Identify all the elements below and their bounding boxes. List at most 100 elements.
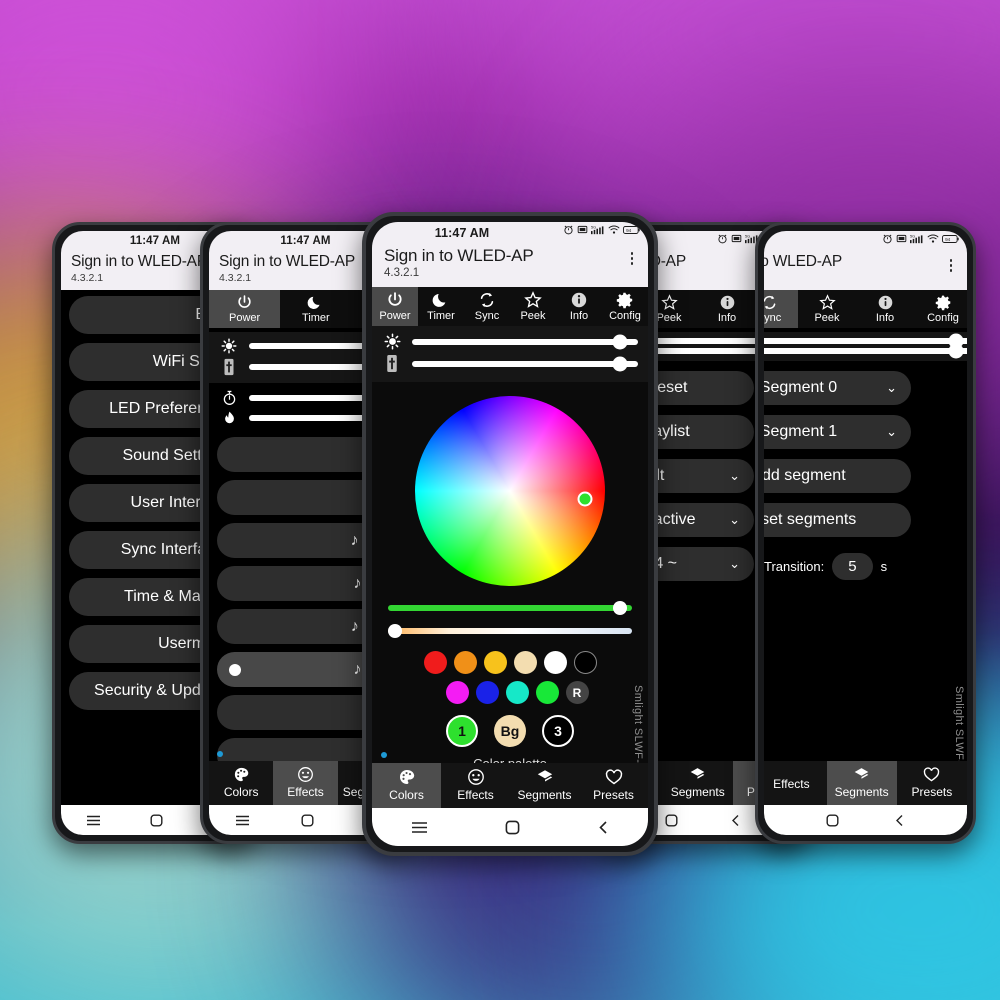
quick-color-row-2: R [372, 681, 648, 704]
color-slot-1[interactable]: 1 [446, 715, 478, 747]
power-icon [388, 292, 402, 306]
brightness-icon [372, 333, 412, 350]
gear-icon [616, 292, 633, 309]
swatch-red[interactable] [423, 651, 447, 674]
back-icon[interactable] [597, 820, 609, 835]
wifi-icon [608, 225, 620, 234]
bottom-nav-label: Presets [593, 788, 634, 802]
topbar-item-peek[interactable]: Peek [510, 287, 556, 326]
swatch-blue[interactable] [475, 681, 499, 704]
home-icon[interactable] [665, 814, 678, 827]
topbar-item-info[interactable]: Info [698, 290, 756, 328]
topbar-item-peek[interactable]: Peek [798, 290, 856, 328]
chevron-down-icon: ⌄ [729, 468, 740, 483]
swatch-cyan[interactable] [505, 681, 529, 704]
status-icons: 5G 94 [563, 224, 640, 235]
brightness-slider[interactable] [412, 334, 638, 349]
top-action-bar: Power Timer Sync Peek Info Config [372, 287, 648, 326]
topbar-item-config[interactable]: Config [914, 290, 967, 328]
home-icon[interactable] [301, 814, 314, 827]
page-subtitle: 4.3.2.1 [764, 272, 943, 284]
menu-icon[interactable] [235, 815, 250, 826]
kebab-menu-icon[interactable] [943, 253, 959, 272]
back-icon[interactable] [730, 814, 741, 827]
swatch-green[interactable] [535, 681, 559, 704]
bottom-nav-presets[interactable]: Presets [897, 761, 967, 805]
menu-icon[interactable] [411, 821, 428, 834]
home-icon[interactable] [505, 820, 520, 835]
bottom-nav-segments[interactable]: Segments [663, 761, 733, 805]
swatch-magenta[interactable] [445, 681, 469, 704]
bottom-nav-colors[interactable]: Colors [372, 763, 441, 808]
topbar-item-power[interactable]: Power [209, 290, 281, 328]
swatch-black[interactable] [573, 651, 597, 674]
bottom-nav-label: Effects [773, 776, 810, 791]
sync-icon [764, 295, 775, 310]
topbar-item-config[interactable]: Config [602, 287, 648, 326]
topbar-label: Config [609, 310, 641, 322]
star-icon [818, 294, 836, 310]
bottom-nav-colors[interactable]: Colors [209, 761, 273, 805]
swatch-random[interactable]: R [565, 681, 589, 704]
chevron-down-icon: ⌄ [729, 556, 740, 571]
color-slot-bg[interactable]: Bg [494, 715, 526, 747]
status-dot [217, 751, 223, 757]
transition-input[interactable]: 5 [832, 553, 873, 580]
sim-icon [896, 234, 907, 243]
quick-color-row-1 [372, 651, 648, 674]
color-wheel[interactable] [415, 396, 605, 586]
topbar-label: Sync [474, 310, 500, 322]
topbar-label: Power [379, 310, 411, 322]
segment-reset-button[interactable]: Reset segments [764, 503, 911, 537]
swatch-orange[interactable] [453, 651, 477, 674]
layers-icon [537, 770, 552, 782]
status-bar: 5G 94 [764, 231, 967, 250]
home-icon[interactable] [150, 814, 163, 827]
back-icon[interactable] [894, 814, 905, 827]
kebab-menu-icon[interactable] [624, 246, 640, 265]
value-slider-track[interactable] [388, 605, 632, 611]
bottom-nav-presets[interactable]: Presets [579, 763, 648, 808]
status-dot [381, 752, 387, 758]
bottom-nav-effects[interactable]: Effects [764, 761, 827, 805]
brightness-slider[interactable] [764, 333, 967, 349]
led-strip-icon [372, 354, 412, 373]
wifi-icon [927, 234, 939, 243]
bottom-nav-label: Segments [834, 785, 889, 799]
chevron-down-icon: ⌄ [886, 380, 897, 395]
topbar-item-sync[interactable]: Sync [464, 287, 510, 326]
sim-icon [577, 225, 588, 234]
intensity-slider[interactable] [412, 356, 638, 371]
bottom-nav-segments[interactable]: Segments [826, 761, 897, 805]
star-icon [660, 294, 678, 310]
swatch-white[interactable] [543, 651, 567, 674]
value-slider-knob[interactable] [612, 601, 627, 615]
bottom-nav-segments[interactable]: Segments [510, 763, 579, 808]
topbar-item-timer[interactable]: Timer [280, 290, 351, 328]
bottom-nav-label: Presets [911, 785, 953, 799]
gear-icon [935, 295, 950, 311]
swatch-cream[interactable] [513, 651, 537, 674]
segment-item-0[interactable]: Segment 0 ⌄ [764, 371, 911, 405]
swatch-amber[interactable] [483, 651, 507, 674]
intensity-slider[interactable] [764, 343, 967, 359]
topbar-item-info[interactable]: Info [556, 287, 602, 326]
segment-add-button[interactable]: Add segment [764, 459, 911, 493]
topbar-item-info[interactable]: Info [856, 290, 914, 328]
sync-icon [480, 292, 494, 308]
white-slider-knob[interactable] [388, 624, 403, 638]
menu-icon[interactable] [86, 815, 101, 826]
flame-icon [209, 410, 249, 426]
topbar-item-sync[interactable]: Sync [764, 290, 798, 328]
segment-item-1[interactable]: Segment 1 ⌄ [764, 415, 911, 449]
bottom-nav-effects[interactable]: Effects [273, 761, 338, 805]
layers-icon [690, 768, 705, 779]
topbar-item-power[interactable]: Power [372, 287, 418, 326]
topbar-item-timer[interactable]: Timer [418, 287, 464, 326]
home-icon[interactable] [826, 814, 839, 827]
bottom-nav-effects[interactable]: Effects [441, 763, 510, 808]
color-wheel-picker[interactable] [577, 491, 593, 507]
color-slot-3[interactable]: 3 [542, 715, 574, 747]
heart-icon [605, 769, 622, 785]
white-slider-track[interactable] [388, 628, 632, 634]
